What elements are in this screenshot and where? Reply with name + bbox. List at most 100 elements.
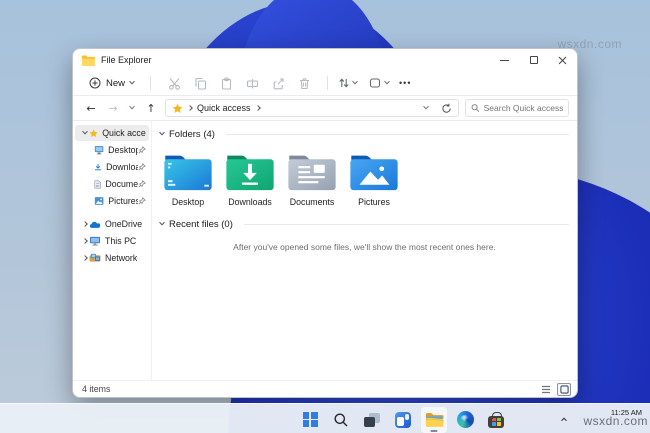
folder-tile-desktop[interactable]: Desktop	[158, 149, 218, 211]
command-bar: New •••	[73, 71, 577, 96]
sidebar-item-label: Documents	[105, 179, 138, 189]
widgets-button[interactable]	[390, 407, 416, 433]
folder-tile-downloads[interactable]: Downloads	[220, 149, 280, 211]
share-icon	[273, 77, 284, 89]
start-button[interactable]	[297, 407, 323, 433]
more-options-button[interactable]: •••	[399, 78, 411, 88]
items-count: 4 items	[82, 384, 111, 394]
toolbar-divider	[150, 76, 152, 90]
new-button[interactable]: New	[83, 75, 140, 91]
sidebar-item-this-pc[interactable]: This PC	[75, 233, 149, 249]
sidebar-item-onedrive[interactable]: OneDrive	[75, 216, 149, 232]
chevron-down-icon[interactable]	[80, 128, 89, 135]
folder-tiles: Desktop Downloads Documents Pictures	[158, 149, 569, 211]
chevron-right-icon[interactable]	[80, 221, 89, 227]
title-bar[interactable]: File Explorer	[73, 49, 577, 71]
sidebar-item-label: Desktop	[108, 145, 138, 155]
cut-icon	[168, 77, 180, 90]
windows-logo-icon	[302, 412, 318, 427]
folder-tile-documents[interactable]: Documents	[282, 149, 342, 211]
hidden-icons-button[interactable]	[561, 417, 567, 423]
share-button[interactable]	[265, 77, 291, 90]
copy-button[interactable]	[187, 77, 213, 90]
star-icon	[89, 129, 98, 137]
status-bar: 4 items	[73, 380, 577, 397]
rename-button[interactable]	[239, 77, 265, 90]
edge-button[interactable]	[452, 407, 478, 433]
details-view-icon	[542, 385, 550, 393]
trash-icon	[299, 77, 309, 89]
taskbar-search-button[interactable]	[328, 407, 354, 433]
pin-icon	[138, 146, 146, 154]
view-button[interactable]	[369, 77, 390, 89]
chevron-down-icon	[129, 103, 135, 110]
sidebar-item-documents[interactable]: Documents	[75, 176, 149, 192]
store-button[interactable]	[483, 407, 509, 433]
cut-button[interactable]	[161, 77, 187, 90]
breadcrumb-bar[interactable]: Quick access	[165, 99, 459, 117]
forward-button[interactable]: →	[105, 102, 121, 115]
chevron-down-icon[interactable]	[159, 129, 165, 136]
large-icons-view-icon	[559, 384, 569, 394]
paste-button[interactable]	[213, 76, 239, 90]
up-button[interactable]: ↑	[143, 102, 159, 115]
window-title: File Explorer	[101, 55, 152, 65]
downloads-folder-icon	[226, 155, 274, 191]
address-dropdown-icon[interactable]	[423, 103, 429, 110]
network-icon	[89, 253, 101, 262]
plus-circle-icon	[89, 77, 101, 89]
file-explorer-window: File Explorer New ••• ← → ↑ Quick access…	[72, 48, 578, 398]
sidebar-item-downloads[interactable]: Downloads	[75, 159, 149, 175]
chevron-right-icon[interactable]	[80, 238, 89, 244]
chevron-down-icon	[384, 78, 390, 85]
chevron-down-icon[interactable]	[159, 219, 165, 226]
maximize-button[interactable]	[519, 49, 548, 71]
paste-icon	[221, 76, 231, 90]
sidebar-item-label: Network	[105, 253, 138, 263]
new-button-label: New	[106, 77, 126, 89]
watermark: wsxdn.com	[583, 414, 648, 428]
task-view-button[interactable]	[359, 407, 385, 433]
copy-icon	[194, 77, 206, 90]
minimize-button[interactable]	[490, 49, 519, 71]
pin-icon	[138, 180, 146, 188]
recent-files-section-header[interactable]: Recent files (0)	[159, 217, 569, 231]
edge-icon	[456, 411, 474, 428]
large-icons-view-button[interactable]	[557, 382, 571, 396]
file-explorer-icon	[425, 412, 444, 427]
widgets-icon	[395, 411, 411, 428]
search-icon	[471, 104, 480, 112]
search-box[interactable]	[465, 99, 569, 117]
taskbar-file-explorer-button[interactable]	[421, 406, 447, 433]
folder-tile-label: Pictures	[358, 197, 390, 207]
document-icon	[94, 180, 101, 188]
sidebar-item-label: OneDrive	[105, 219, 143, 229]
folder-tile-pictures[interactable]: Pictures	[344, 149, 404, 211]
section-rule	[225, 133, 569, 135]
pin-icon	[138, 163, 146, 171]
refresh-icon[interactable]	[441, 103, 452, 114]
folders-section-header[interactable]: Folders (4)	[159, 127, 569, 141]
sidebar-item-network[interactable]: Network	[75, 250, 149, 266]
sidebar-item-quick-access[interactable]: Quick access	[75, 125, 149, 141]
sidebar-item-label: Downloads	[106, 162, 138, 172]
address-bar: ← → ↑ Quick access	[73, 96, 577, 121]
sidebar-item-pictures[interactable]: Pictures	[75, 193, 149, 209]
monitor-icon	[94, 146, 104, 155]
quick-access-star-icon	[172, 103, 183, 113]
back-button[interactable]: ←	[83, 102, 99, 115]
close-button[interactable]	[548, 49, 577, 71]
search-input[interactable]	[483, 103, 563, 113]
chevron-right-icon[interactable]	[80, 255, 89, 261]
breadcrumb-separator-icon	[187, 105, 193, 111]
breadcrumb-item[interactable]: Quick access	[197, 103, 251, 113]
maximize-icon	[529, 56, 538, 64]
rename-icon	[246, 78, 258, 88]
details-view-button[interactable]	[539, 383, 553, 396]
computer-icon	[90, 236, 100, 246]
toolbar-divider	[327, 76, 329, 90]
sort-button[interactable]	[338, 77, 358, 89]
delete-button[interactable]	[291, 77, 317, 90]
recent-locations-button[interactable]	[127, 103, 137, 110]
sidebar-item-desktop[interactable]: Desktop	[75, 142, 149, 158]
